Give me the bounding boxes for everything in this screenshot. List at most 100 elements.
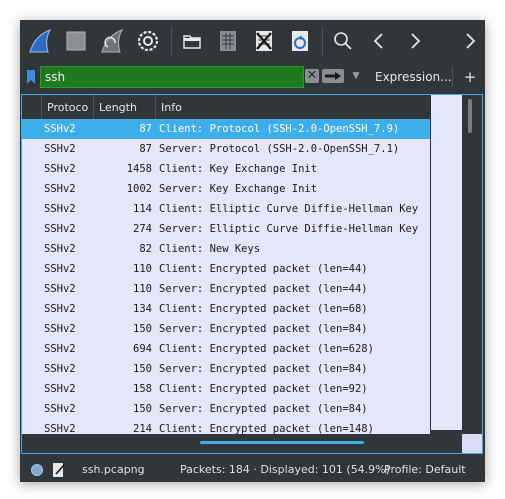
table-row[interactable]: SSHv2 150 Server: Encrypted packet (len=84… bbox=[22, 399, 430, 419]
row-protocol: SSHv2 bbox=[44, 263, 76, 275]
row-length: 150 bbox=[133, 403, 152, 415]
row-info: Client: Encrypted packet (len=68) bbox=[159, 303, 368, 315]
close-file-icon[interactable] bbox=[248, 25, 280, 57]
profile-label[interactable]: Profile: Default bbox=[384, 458, 466, 482]
table-row[interactable]: SSHv2 214 Client: Encrypted packet (len=14… bbox=[22, 419, 430, 434]
row-protocol: SSHv2 bbox=[44, 303, 76, 315]
horizontal-scroll-thumb[interactable] bbox=[200, 441, 364, 444]
packet-rows: SSHv2 87 Client: Protocol (SSH-2.0-OpenSSH… bbox=[22, 119, 430, 434]
ready-status-icon[interactable] bbox=[31, 464, 43, 476]
add-filter-button[interactable]: + bbox=[463, 66, 477, 88]
search-icon[interactable] bbox=[327, 25, 359, 57]
row-length: 110 bbox=[133, 263, 152, 275]
table-row[interactable]: SSHv2 82 Client: New Keys bbox=[22, 239, 430, 259]
row-protocol: SSHv2 bbox=[44, 423, 76, 434]
row-info: Server: Encrypted packet (len=84) bbox=[159, 403, 368, 415]
row-info: Server: Encrypted packet (len=84) bbox=[159, 323, 368, 335]
forward-arrow-icon[interactable] bbox=[399, 25, 431, 57]
row-length: 82 bbox=[139, 243, 152, 255]
display-filter-input[interactable]: ssh bbox=[40, 66, 304, 88]
expression-button[interactable]: Expression... bbox=[375, 66, 452, 88]
options-gear-icon[interactable] bbox=[132, 25, 164, 57]
row-length: 274 bbox=[133, 223, 152, 235]
row-protocol: SSHv2 bbox=[44, 143, 76, 155]
open-folder-icon[interactable] bbox=[176, 25, 208, 57]
row-length: 150 bbox=[133, 323, 152, 335]
row-length: 150 bbox=[133, 363, 152, 375]
wireshark-window: ssh ✕ ▼ Expression... + Protoco Length I… bbox=[20, 20, 485, 482]
row-info: Server: Key Exchange Init bbox=[159, 183, 318, 195]
row-protocol: SSHv2 bbox=[44, 203, 76, 215]
restart-icon[interactable] bbox=[96, 25, 128, 57]
table-row[interactable]: SSHv2 110 Client: Encrypted packet (len=44… bbox=[22, 259, 430, 279]
packet-count: Packets: 184 · Displayed: 101 (54.9%) bbox=[180, 463, 390, 476]
row-info: Client: Encrypted packet (len=628) bbox=[159, 343, 374, 355]
column-header-protocol[interactable]: Protoco bbox=[42, 95, 94, 119]
row-length: 110 bbox=[133, 283, 152, 295]
toolbar-separator bbox=[171, 26, 172, 56]
table-row[interactable]: SSHv2 1458 Client: Key Exchange Init bbox=[22, 159, 430, 179]
row-length: 158 bbox=[133, 383, 152, 395]
row-protocol: SSHv2 bbox=[44, 403, 76, 415]
apply-filter-button[interactable] bbox=[322, 69, 344, 83]
capture-file-name: ssh.pcapng bbox=[82, 463, 145, 476]
table-row[interactable]: SSHv2 87 Server: Protocol (SSH-2.0-OpenSSH… bbox=[22, 139, 430, 159]
row-protocol: SSHv2 bbox=[44, 343, 76, 355]
display-filter-bar: ssh ✕ ▼ Expression... + bbox=[20, 64, 485, 90]
row-protocol: SSHv2 bbox=[44, 323, 76, 335]
table-row[interactable]: SSHv2 694 Client: Encrypted packet (len=62… bbox=[22, 339, 430, 359]
row-protocol: SSHv2 bbox=[44, 123, 76, 135]
row-info: Client: Encrypted packet (len=148) bbox=[159, 423, 374, 434]
row-length: 87 bbox=[139, 123, 152, 135]
column-header-length[interactable]: Length bbox=[94, 95, 156, 119]
clear-filter-button[interactable]: ✕ bbox=[305, 69, 319, 83]
main-toolbar bbox=[20, 20, 485, 62]
reload-icon[interactable] bbox=[284, 25, 316, 57]
row-protocol: SSHv2 bbox=[44, 183, 76, 195]
vertical-scrollbar[interactable] bbox=[462, 95, 482, 434]
table-row[interactable]: SSHv2 1002 Server: Key Exchange Init bbox=[22, 179, 430, 199]
table-row[interactable]: SSHv2 134 Client: Encrypted packet (len=68… bbox=[22, 299, 430, 319]
table-row[interactable]: SSHv2 150 Server: Encrypted packet (len=84… bbox=[22, 319, 430, 339]
packet-list-header: Protoco Length Info bbox=[22, 95, 430, 119]
row-info: Server: Elliptic Curve Diffie-Hellman Ke… bbox=[159, 223, 419, 235]
row-info: Client: Protocol (SSH-2.0-OpenSSH_7.9) bbox=[159, 123, 400, 135]
chevron-down-icon[interactable]: ▼ bbox=[349, 68, 363, 84]
table-row[interactable]: SSHv2 158 Client: Encrypted packet (len=92… bbox=[22, 379, 430, 399]
row-length: 1458 bbox=[126, 163, 152, 175]
toolbar-separator bbox=[322, 26, 323, 56]
shark-fin-icon[interactable] bbox=[24, 25, 56, 57]
more-arrow-icon[interactable] bbox=[454, 25, 485, 57]
table-row[interactable]: SSHv2 274 Server: Elliptic Curve Diffie-He… bbox=[22, 219, 430, 239]
packet-minimap[interactable] bbox=[430, 95, 463, 434]
packet-list: Protoco Length Info SSHv2 87 Client: Proto… bbox=[21, 94, 483, 454]
vertical-scroll-thumb[interactable] bbox=[468, 99, 472, 133]
horizontal-scrollbar[interactable] bbox=[22, 434, 462, 453]
row-info: Client: Encrypted packet (len=44) bbox=[159, 263, 368, 275]
bookmark-icon[interactable] bbox=[24, 68, 38, 86]
table-row[interactable]: SSHv2 87 Client: Protocol (SSH-2.0-OpenSSH… bbox=[22, 119, 430, 139]
edit-comment-icon[interactable] bbox=[52, 462, 66, 478]
column-header-no[interactable] bbox=[22, 95, 42, 119]
row-info: Client: Key Exchange Init bbox=[159, 163, 318, 175]
column-header-info[interactable]: Info bbox=[156, 95, 430, 119]
row-protocol: SSHv2 bbox=[44, 283, 76, 295]
row-length: 214 bbox=[133, 423, 152, 434]
stop-icon[interactable] bbox=[60, 25, 92, 57]
table-row[interactable]: SSHv2 150 Server: Encrypted packet (len=84… bbox=[22, 359, 430, 379]
row-protocol: SSHv2 bbox=[44, 383, 76, 395]
filter-separator bbox=[452, 67, 453, 87]
row-length: 1002 bbox=[126, 183, 152, 195]
row-length: 134 bbox=[133, 303, 152, 315]
row-info: Server: Encrypted packet (len=44) bbox=[159, 283, 368, 295]
row-info: Client: Encrypted packet (len=92) bbox=[159, 383, 368, 395]
table-row[interactable]: SSHv2 114 Client: Elliptic Curve Diffie-He… bbox=[22, 199, 430, 219]
row-protocol: SSHv2 bbox=[44, 223, 76, 235]
row-length: 87 bbox=[139, 143, 152, 155]
back-arrow-icon[interactable] bbox=[363, 25, 395, 57]
row-length: 114 bbox=[133, 203, 152, 215]
table-row[interactable]: SSHv2 110 Server: Encrypted packet (len=44… bbox=[22, 279, 430, 299]
file-set-icon[interactable] bbox=[212, 25, 244, 57]
row-protocol: SSHv2 bbox=[44, 363, 76, 375]
row-length: 694 bbox=[133, 343, 152, 355]
